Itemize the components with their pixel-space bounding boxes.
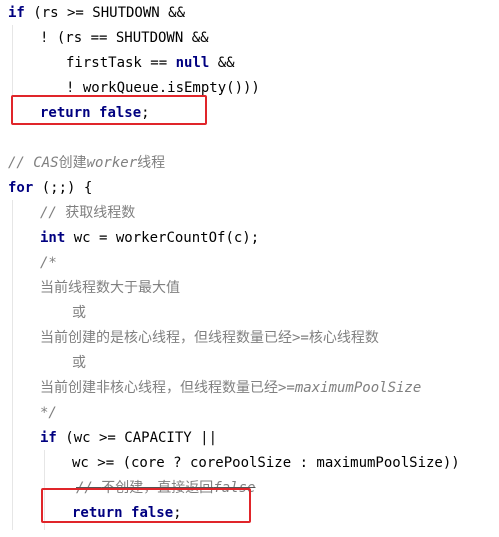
code-line-3: firstTask == null && <box>66 51 235 76</box>
code-line-7: for (;;) { <box>8 176 92 201</box>
code-text: ! workQueue.isEmpty())) <box>66 80 260 96</box>
code-text: && <box>209 55 235 71</box>
comment-text: 核心线程数 <box>308 330 379 346</box>
code-text: wc >= (core ? corePoolSize : maximumPool… <box>72 455 460 471</box>
code-text: firstTask == <box>66 55 176 71</box>
comment-text: // <box>40 205 66 221</box>
code-line-10: /* <box>40 251 57 276</box>
comment-text: 当前创建的是核心线程，但线程数量已经 <box>40 330 292 346</box>
code-text: ! (rs == SHUTDOWN && <box>40 30 209 46</box>
code-line-8: // 获取线程数 <box>40 201 135 226</box>
keyword-null: null <box>175 55 210 71</box>
comment-text: 当前创建非核心线程，但线程数量已经 <box>40 380 278 396</box>
code-text: wc = workerCountOf(c); <box>65 230 260 246</box>
comment-text: 或 <box>72 305 86 321</box>
comment-text: */ <box>40 405 57 421</box>
code-line-9: int wc = workerCountOf(c); <box>40 226 259 251</box>
code-line-1: if (rs >= SHUTDOWN && <box>8 1 185 26</box>
code-line-6: // CAS创建worker线程 <box>8 151 165 176</box>
comment-text: >=maximumPoolSize <box>278 380 422 396</box>
code-editor[interactable]: if (rs >= SHUTDOWN && ! (rs == SHUTDOWN … <box>0 0 499 537</box>
code-line-18: wc >= (core ? corePoolSize : maximumPool… <box>72 451 460 476</box>
comment-text: 当前线程数大于最大值 <box>40 280 180 296</box>
keyword-if: if <box>8 5 25 21</box>
comment-text: // CAS <box>8 155 59 171</box>
highlight-box <box>41 488 251 523</box>
code-text: (rs >= SHUTDOWN && <box>24 5 186 21</box>
highlight-box <box>11 95 207 125</box>
comment-text: 或 <box>72 355 86 371</box>
code-line-15: 当前创建非核心线程，但线程数量已经>=maximumPoolSize <box>40 376 421 401</box>
keyword-int: int <box>40 230 66 246</box>
keyword-if: if <box>40 430 57 446</box>
comment-text: 获取线程数 <box>65 205 136 221</box>
code-line-2: ! (rs == SHUTDOWN && <box>40 26 209 51</box>
comment-text: 线程 <box>137 155 166 171</box>
code-line-16: */ <box>40 401 57 426</box>
code-text: (wc >= CAPACITY || <box>56 430 218 446</box>
code-line-11: 当前线程数大于最大值 <box>40 276 180 301</box>
comment-text: 创建 <box>58 155 87 171</box>
code-line-13: 当前创建的是核心线程，但线程数量已经>=核心线程数 <box>40 326 379 351</box>
code-line-17: if (wc >= CAPACITY || <box>40 426 217 451</box>
code-line-12: 或 <box>72 301 86 326</box>
keyword-for: for <box>8 180 34 196</box>
comment-text: >= <box>292 330 309 346</box>
indent-guide <box>12 200 13 530</box>
code-line-14: 或 <box>72 351 86 376</box>
code-text: (;;) { <box>33 180 93 196</box>
comment-text: /* <box>40 255 57 271</box>
comment-text: worker <box>86 155 138 171</box>
